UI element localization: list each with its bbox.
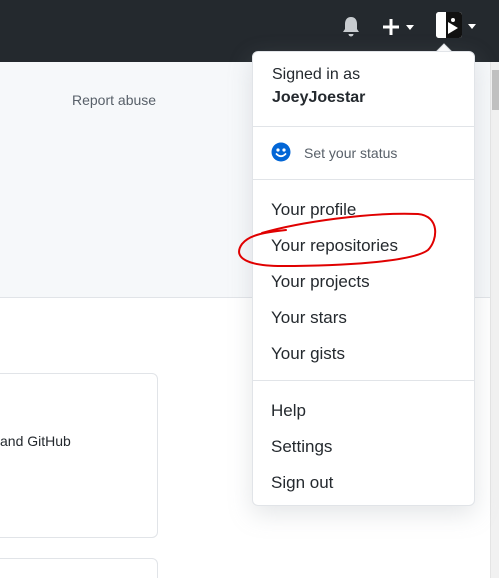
repo-card <box>0 558 158 578</box>
divider <box>253 380 474 381</box>
menu-item-sign-out[interactable]: Sign out <box>271 473 333 493</box>
set-status-label: Set your status <box>304 145 398 161</box>
chevron-down-icon <box>406 25 414 30</box>
divider <box>253 179 474 180</box>
smiley-icon <box>271 142 291 162</box>
dropdown-header: Signed in as JoeyJoestar <box>272 66 365 107</box>
report-abuse-link[interactable]: Report abuse <box>72 92 156 108</box>
menu-item-your-stars[interactable]: Your stars <box>271 308 347 328</box>
user-dropdown-menu: Signed in as JoeyJoestar Set your status… <box>252 51 475 506</box>
menu-item-your-repositories[interactable]: Your repositories <box>271 236 398 256</box>
user-menu-button[interactable] <box>436 12 480 42</box>
menu-item-your-gists[interactable]: Your gists <box>271 344 345 364</box>
menu-item-settings[interactable]: Settings <box>271 437 332 457</box>
signed-in-label: Signed in as <box>272 66 361 83</box>
scrollbar-thumb[interactable] <box>492 70 499 110</box>
scrollbar[interactable] <box>490 62 499 578</box>
username: JoeyJoestar <box>272 89 366 106</box>
divider <box>253 126 474 127</box>
menu-item-help[interactable]: Help <box>271 401 306 421</box>
bell-icon[interactable] <box>341 16 361 38</box>
avatar <box>436 12 462 38</box>
create-new-button[interactable] <box>382 16 418 38</box>
menu-item-your-profile[interactable]: Your profile <box>271 200 356 220</box>
chevron-down-icon <box>468 24 476 29</box>
plus-icon <box>383 19 399 35</box>
menu-item-your-projects[interactable]: Your projects <box>271 272 370 292</box>
repo-card-text: and GitHub <box>0 433 71 449</box>
set-status-button[interactable]: Set your status <box>271 141 461 165</box>
repo-card <box>0 373 158 538</box>
